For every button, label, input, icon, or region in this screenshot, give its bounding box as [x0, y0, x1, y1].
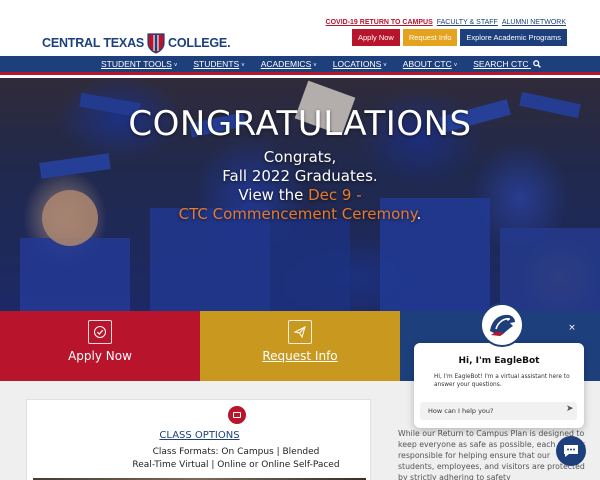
nav-label: STUDENT TOOLS — [101, 59, 172, 69]
faculty-staff-link[interactable]: FACULTY & STAFF — [437, 19, 498, 26]
nav-students[interactable]: STUDENTS ˅ — [193, 59, 244, 69]
commencement-date-link[interactable]: Dec 9 - — [308, 186, 362, 204]
nav-label: ACADEMICS — [260, 59, 312, 69]
hero-line-3: View the Dec 9 - — [0, 186, 600, 205]
logo-text-right: COLLEGE. — [168, 36, 231, 50]
site-header: CENTRAL TEXAS COLLEGE. COVID-19 RETURN T… — [0, 0, 600, 56]
explore-programs-button[interactable]: Explore Academic Programs — [460, 29, 567, 46]
hero-view-text: View the — [238, 186, 309, 204]
chat-title: Hi, I'm EagleBot — [458, 356, 540, 366]
apply-now-button[interactable]: Apply Now — [351, 29, 400, 46]
hero-line-1: Congrats, — [263, 148, 337, 166]
nav-label: ABOUT CTC — [402, 59, 452, 69]
chevron-down-icon: ˅ — [313, 63, 317, 69]
hero-subtitle: Congrats, Fall 2022 Graduates. View the … — [0, 148, 600, 224]
cta-request-info[interactable]: Request Info — [200, 311, 400, 381]
alumni-network-link[interactable]: ALUMNI NETWORK — [502, 19, 566, 26]
commencement-ceremony-link[interactable]: CTC Commencement Ceremony — [179, 205, 417, 223]
hero-period: . — [416, 205, 422, 223]
eaglebot-chat-panel: Hi, I'm EagleBot Hi, I'm EagleBot! I'm a… — [414, 343, 584, 428]
nav-search-ctc[interactable]: SEARCH CTC — [473, 59, 541, 69]
close-icon[interactable]: × — [565, 321, 579, 335]
header-buttons: Apply Now Request Info Explore Academic … — [351, 29, 567, 46]
nav-label: LOCATIONS — [332, 59, 382, 69]
chat-input[interactable] — [420, 402, 577, 420]
class-options-card: CLASS OPTIONS Class Formats: On Campus |… — [26, 399, 371, 480]
nav-locations[interactable]: LOCATIONS ˅ — [333, 59, 387, 69]
chat-bubble-icon — [564, 445, 578, 457]
class-options-link[interactable]: CLASS OPTIONS — [27, 430, 372, 441]
hero-line-2: Fall 2022 Graduates. — [222, 167, 378, 185]
cta-request-label: Request Info — [262, 349, 338, 363]
send-icon[interactable]: ➤ — [566, 404, 574, 414]
hero-banner: CONGRATULATIONS Congrats, Fall 2022 Grad… — [0, 78, 600, 311]
chevron-down-icon: ˅ — [453, 63, 458, 69]
hero-title: CONGRATULATIONS — [128, 104, 472, 144]
chat-launcher-button[interactable] — [556, 436, 586, 466]
eaglebot-avatar — [480, 303, 524, 347]
cta-apply-label: Apply Now — [68, 349, 132, 363]
college-logo[interactable]: CENTRAL TEXAS COLLEGE. — [42, 29, 231, 57]
chevron-down-icon: ˅ — [173, 63, 178, 69]
search-icon — [533, 60, 541, 68]
nav-academics[interactable]: ACADEMICS ˅ — [261, 59, 317, 69]
eagle-icon — [482, 305, 522, 345]
nav-student-tools[interactable]: STUDENT TOOLS ˅ — [101, 59, 177, 69]
class-formats-line-1: Class Formats: On Campus | Blended — [152, 447, 320, 457]
utility-links: COVID-19 RETURN TO CAMPUS FACULTY & STAF… — [326, 19, 566, 26]
cta-apply-now[interactable]: Apply Now — [0, 311, 200, 381]
main-nav: STUDENT TOOLS ˅ STUDENTS ˅ ACADEMICS ˅ LOCA… — [0, 56, 600, 75]
class-formats-line-2: Real-Time Virtual | Online or Online Sel… — [132, 460, 340, 470]
chat-message: Hi, I'm EagleBot! I'm a virtual assistan… — [434, 374, 570, 388]
check-icon — [88, 320, 112, 344]
covid-link[interactable]: COVID-19 RETURN TO CAMPUS — [326, 19, 433, 26]
nav-label: STUDENTS — [193, 59, 240, 69]
logo-text-left: CENTRAL TEXAS — [42, 36, 145, 50]
hero-line-4: CTC Commencement Ceremony. — [0, 205, 600, 224]
nav-about-ctc[interactable]: ABOUT CTC ˅ — [403, 59, 457, 69]
request-info-button[interactable]: Request Info — [402, 29, 458, 46]
shield-icon — [147, 32, 165, 54]
chevron-down-icon: ˅ — [383, 63, 387, 69]
paper-plane-icon — [288, 320, 312, 344]
calendar-icon — [228, 406, 246, 424]
nav-label: SEARCH CTC — [473, 59, 529, 69]
chevron-down-icon: ˅ — [241, 63, 245, 69]
